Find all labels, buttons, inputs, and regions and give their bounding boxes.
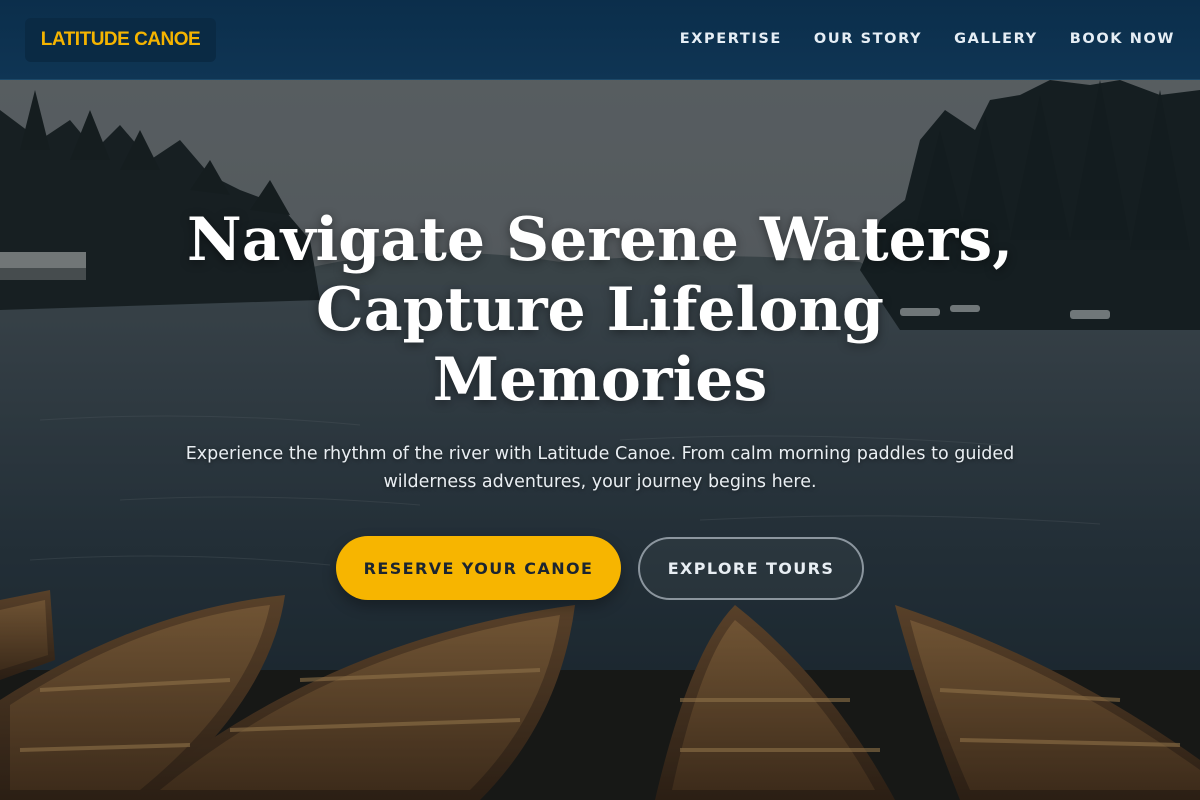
- explore-tours-button[interactable]: EXPLORE TOURS: [638, 537, 864, 600]
- hero-subtext: Experience the rhythm of the river with …: [185, 444, 1015, 492]
- hero-headline: Navigate Serene Waters, Capture Lifelong…: [150, 205, 1050, 415]
- hero-headline-line-3: Memories: [432, 345, 768, 415]
- reserve-canoe-button[interactable]: RESERVE YOUR CANOE: [336, 536, 621, 600]
- nav-link-book-now[interactable]: BOOK NOW: [1070, 31, 1175, 47]
- nav-links: EXPERTISE OUR STORY GALLERY BOOK NOW: [680, 31, 1175, 47]
- top-navigation-bar: LATITUDE CANOE EXPERTISE OUR STORY GALLE…: [0, 0, 1200, 80]
- nav-link-expertise[interactable]: EXPERTISE: [680, 31, 782, 47]
- brand-logo[interactable]: LATITUDE CANOE: [25, 18, 216, 62]
- hero-headline-line-1: Navigate Serene Waters,: [186, 205, 1014, 275]
- hero-section: Navigate Serene Waters, Capture Lifelong…: [0, 80, 1200, 800]
- nav-link-our-story[interactable]: OUR STORY: [814, 31, 922, 47]
- hero-headline-line-2: Capture Lifelong: [316, 275, 884, 345]
- nav-link-gallery[interactable]: GALLERY: [954, 31, 1038, 47]
